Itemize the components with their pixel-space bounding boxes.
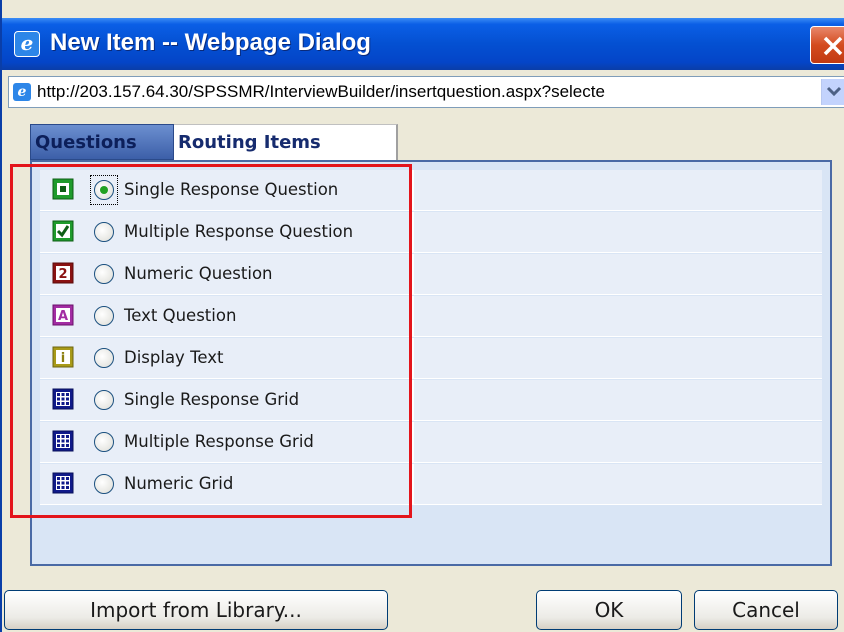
import-from-library-button[interactable]: Import from Library...	[4, 590, 388, 630]
ok-button[interactable]: OK	[536, 590, 682, 630]
dialog-title: New Item -- Webpage Dialog	[50, 29, 371, 56]
address-dropdown-button[interactable]	[821, 79, 844, 105]
ie-page-icon: e	[13, 83, 31, 101]
close-button[interactable]	[810, 26, 844, 64]
title-bar[interactable]: e New Item -- Webpage Dialog	[2, 18, 844, 70]
highlight-annotation-box	[10, 164, 412, 518]
cancel-button[interactable]: Cancel	[694, 590, 838, 630]
tab-questions[interactable]: Questions	[30, 124, 174, 160]
dialog-window: e New Item -- Webpage Dialog e http://20…	[0, 0, 844, 632]
address-bar[interactable]: e http://203.157.64.30/SPSSMR/InterviewB…	[8, 76, 844, 108]
close-icon	[823, 36, 843, 56]
ie-logo-icon: e	[14, 31, 40, 57]
tab-routing-items[interactable]: Routing Items	[174, 124, 398, 160]
chevron-down-icon	[826, 86, 842, 97]
address-text: http://203.157.64.30/SPSSMR/InterviewBui…	[37, 82, 605, 101]
